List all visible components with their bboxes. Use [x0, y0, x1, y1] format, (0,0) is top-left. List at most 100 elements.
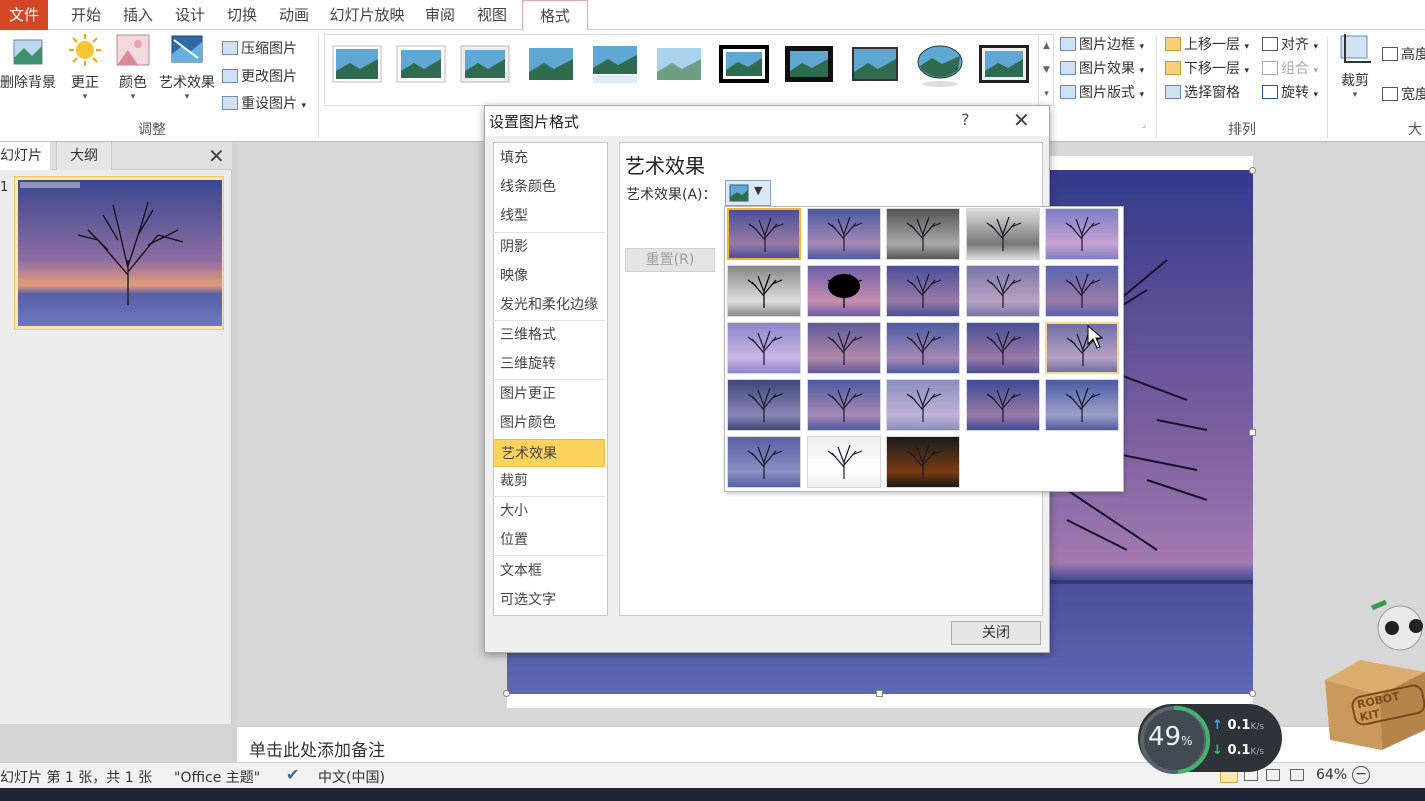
- tab-slides[interactable]: 幻灯片: [0, 142, 50, 170]
- resize-handle[interactable]: [1249, 429, 1256, 436]
- picture-style-9[interactable]: [850, 44, 900, 84]
- zoom-out-icon[interactable]: −: [1352, 766, 1370, 784]
- slide-thumbnail[interactable]: [14, 176, 224, 330]
- send-backward-button[interactable]: 下移一层 ▾: [1165, 58, 1249, 78]
- artistic-effect-dropdown[interactable]: ▼: [725, 180, 771, 206]
- close-panel-icon[interactable]: ✕: [208, 144, 225, 168]
- tab-transitions[interactable]: 切换: [216, 0, 268, 30]
- artistic-effect-option-9[interactable]: [966, 265, 1040, 317]
- picture-style-3[interactable]: [460, 44, 510, 84]
- artistic-effects-button[interactable]: 艺术效果 ▾: [156, 32, 218, 102]
- artistic-effect-option-17[interactable]: [807, 379, 881, 431]
- nav-3d-rotation[interactable]: 三维旋转: [493, 350, 605, 378]
- bring-forward-button[interactable]: 上移一层 ▾: [1165, 34, 1249, 54]
- tab-file[interactable]: 文件: [0, 0, 48, 30]
- picture-style-4[interactable]: [526, 44, 576, 84]
- dialog-launcher-icon[interactable]: ⌟: [1142, 120, 1146, 130]
- zoom-level[interactable]: 64%: [1316, 767, 1347, 783]
- tab-format[interactable]: 格式: [522, 0, 588, 31]
- picture-style-2[interactable]: [396, 44, 446, 84]
- artistic-effect-option-12[interactable]: [807, 322, 881, 374]
- resize-handle[interactable]: [503, 690, 510, 697]
- rotate-button[interactable]: 旋转 ▾: [1262, 82, 1318, 102]
- gallery-down-arrow[interactable]: ▼: [1039, 58, 1054, 82]
- tab-outline[interactable]: 大纲: [56, 142, 112, 170]
- artistic-effect-option-1[interactable]: [727, 208, 801, 260]
- artistic-effect-option-2[interactable]: [807, 208, 881, 260]
- height-field[interactable]: 高度: [1382, 44, 1425, 64]
- nav-fill[interactable]: 填充: [493, 144, 605, 172]
- picture-border-button[interactable]: 图片边框 ▾: [1060, 34, 1144, 54]
- picture-layout-button[interactable]: 图片版式 ▾: [1060, 82, 1144, 102]
- picture-effects-button[interactable]: 图片效果 ▾: [1060, 58, 1144, 78]
- selection-pane-button[interactable]: 选择窗格: [1165, 82, 1240, 102]
- artistic-effect-option-14[interactable]: [966, 322, 1040, 374]
- artistic-effect-option-19[interactable]: [966, 379, 1040, 431]
- nav-picture-color[interactable]: 图片颜色: [493, 409, 605, 437]
- tab-view[interactable]: 视图: [466, 0, 518, 30]
- nav-alt-text[interactable]: 可选文字: [493, 586, 605, 614]
- nav-picture-corrections[interactable]: 图片更正: [493, 380, 605, 408]
- artistic-effect-option-23[interactable]: [886, 436, 960, 488]
- align-button[interactable]: 对齐 ▾: [1262, 34, 1318, 54]
- nav-3d-format[interactable]: 三维格式: [493, 321, 605, 349]
- picture-style-8[interactable]: [784, 44, 834, 84]
- close-button[interactable]: 关闭: [951, 621, 1041, 645]
- correct-button[interactable]: 更正 ▾: [64, 32, 106, 102]
- gallery-up-arrow[interactable]: ▲: [1039, 34, 1054, 58]
- crop-button[interactable]: 裁剪 ▾: [1334, 32, 1376, 100]
- dialog-close-icon[interactable]: ✕: [1013, 108, 1030, 132]
- artistic-effect-option-18[interactable]: [886, 379, 960, 431]
- compress-pictures-button[interactable]: 压缩图片: [222, 38, 297, 58]
- nav-line-style[interactable]: 线型: [493, 202, 605, 230]
- artistic-effect-option-11[interactable]: [727, 322, 801, 374]
- resize-handle[interactable]: [876, 690, 883, 697]
- language-status[interactable]: 中文(中国): [318, 767, 385, 787]
- color-button[interactable]: 颜色 ▾: [112, 32, 154, 102]
- slideshow-icon[interactable]: [1290, 769, 1304, 781]
- artistic-effect-option-5[interactable]: [1045, 208, 1119, 260]
- picture-style-5[interactable]: [590, 44, 640, 84]
- artistic-effect-option-16[interactable]: [727, 379, 801, 431]
- width-field[interactable]: 宽度: [1382, 84, 1425, 104]
- nav-artistic-effects[interactable]: 艺术效果: [493, 439, 605, 467]
- nav-reflection[interactable]: 映像: [493, 262, 605, 290]
- remove-background-button[interactable]: 删除背景: [0, 34, 56, 92]
- artistic-effect-option-7[interactable]: [807, 265, 881, 317]
- nav-size[interactable]: 大小: [493, 497, 605, 525]
- resize-handle[interactable]: [1249, 690, 1256, 697]
- picture-style-7[interactable]: [718, 44, 769, 84]
- tab-review[interactable]: 审阅: [414, 0, 466, 30]
- artistic-effect-option-3[interactable]: [886, 208, 960, 260]
- reset-button[interactable]: 重置(R): [625, 248, 715, 272]
- tab-insert[interactable]: 插入: [112, 0, 164, 30]
- change-picture-button[interactable]: 更改图片: [222, 66, 297, 86]
- nav-line-color[interactable]: 线条颜色: [493, 173, 605, 201]
- tab-home[interactable]: 开始: [60, 0, 112, 30]
- resize-handle[interactable]: [1249, 167, 1256, 174]
- artistic-effect-option-4[interactable]: [966, 208, 1040, 260]
- tab-animations[interactable]: 动画: [268, 0, 320, 30]
- artistic-effect-option-15[interactable]: [1045, 322, 1119, 374]
- group-button[interactable]: 组合 ▾: [1262, 58, 1318, 78]
- picture-style-10[interactable]: [914, 44, 964, 87]
- tab-slideshow[interactable]: 幻灯片放映: [320, 0, 414, 30]
- nav-crop[interactable]: 裁剪: [493, 467, 605, 495]
- gallery-more-arrow[interactable]: ▾: [1039, 82, 1054, 106]
- reset-picture-button[interactable]: 重设图片 ▾: [222, 93, 306, 113]
- nav-glow-soft-edges[interactable]: 发光和柔化边缘: [493, 291, 605, 319]
- artistic-effect-option-6[interactable]: [727, 265, 801, 317]
- artistic-effect-option-10[interactable]: [1045, 265, 1119, 317]
- nav-shadow[interactable]: 阴影: [493, 233, 605, 261]
- reading-view-icon[interactable]: [1266, 769, 1280, 781]
- nav-text-box[interactable]: 文本框: [493, 557, 605, 585]
- picture-style-11[interactable]: [978, 44, 1029, 84]
- nav-position[interactable]: 位置: [493, 526, 605, 554]
- artistic-effect-option-21[interactable]: [727, 436, 801, 488]
- tab-design[interactable]: 设计: [164, 0, 216, 30]
- artistic-effect-option-22[interactable]: [807, 436, 881, 488]
- artistic-effect-option-20[interactable]: [1045, 379, 1119, 431]
- artistic-effect-option-13[interactable]: [886, 322, 960, 374]
- picture-style-1[interactable]: [332, 44, 382, 84]
- gallery-scroll[interactable]: ▲ ▼ ▾: [1038, 34, 1054, 106]
